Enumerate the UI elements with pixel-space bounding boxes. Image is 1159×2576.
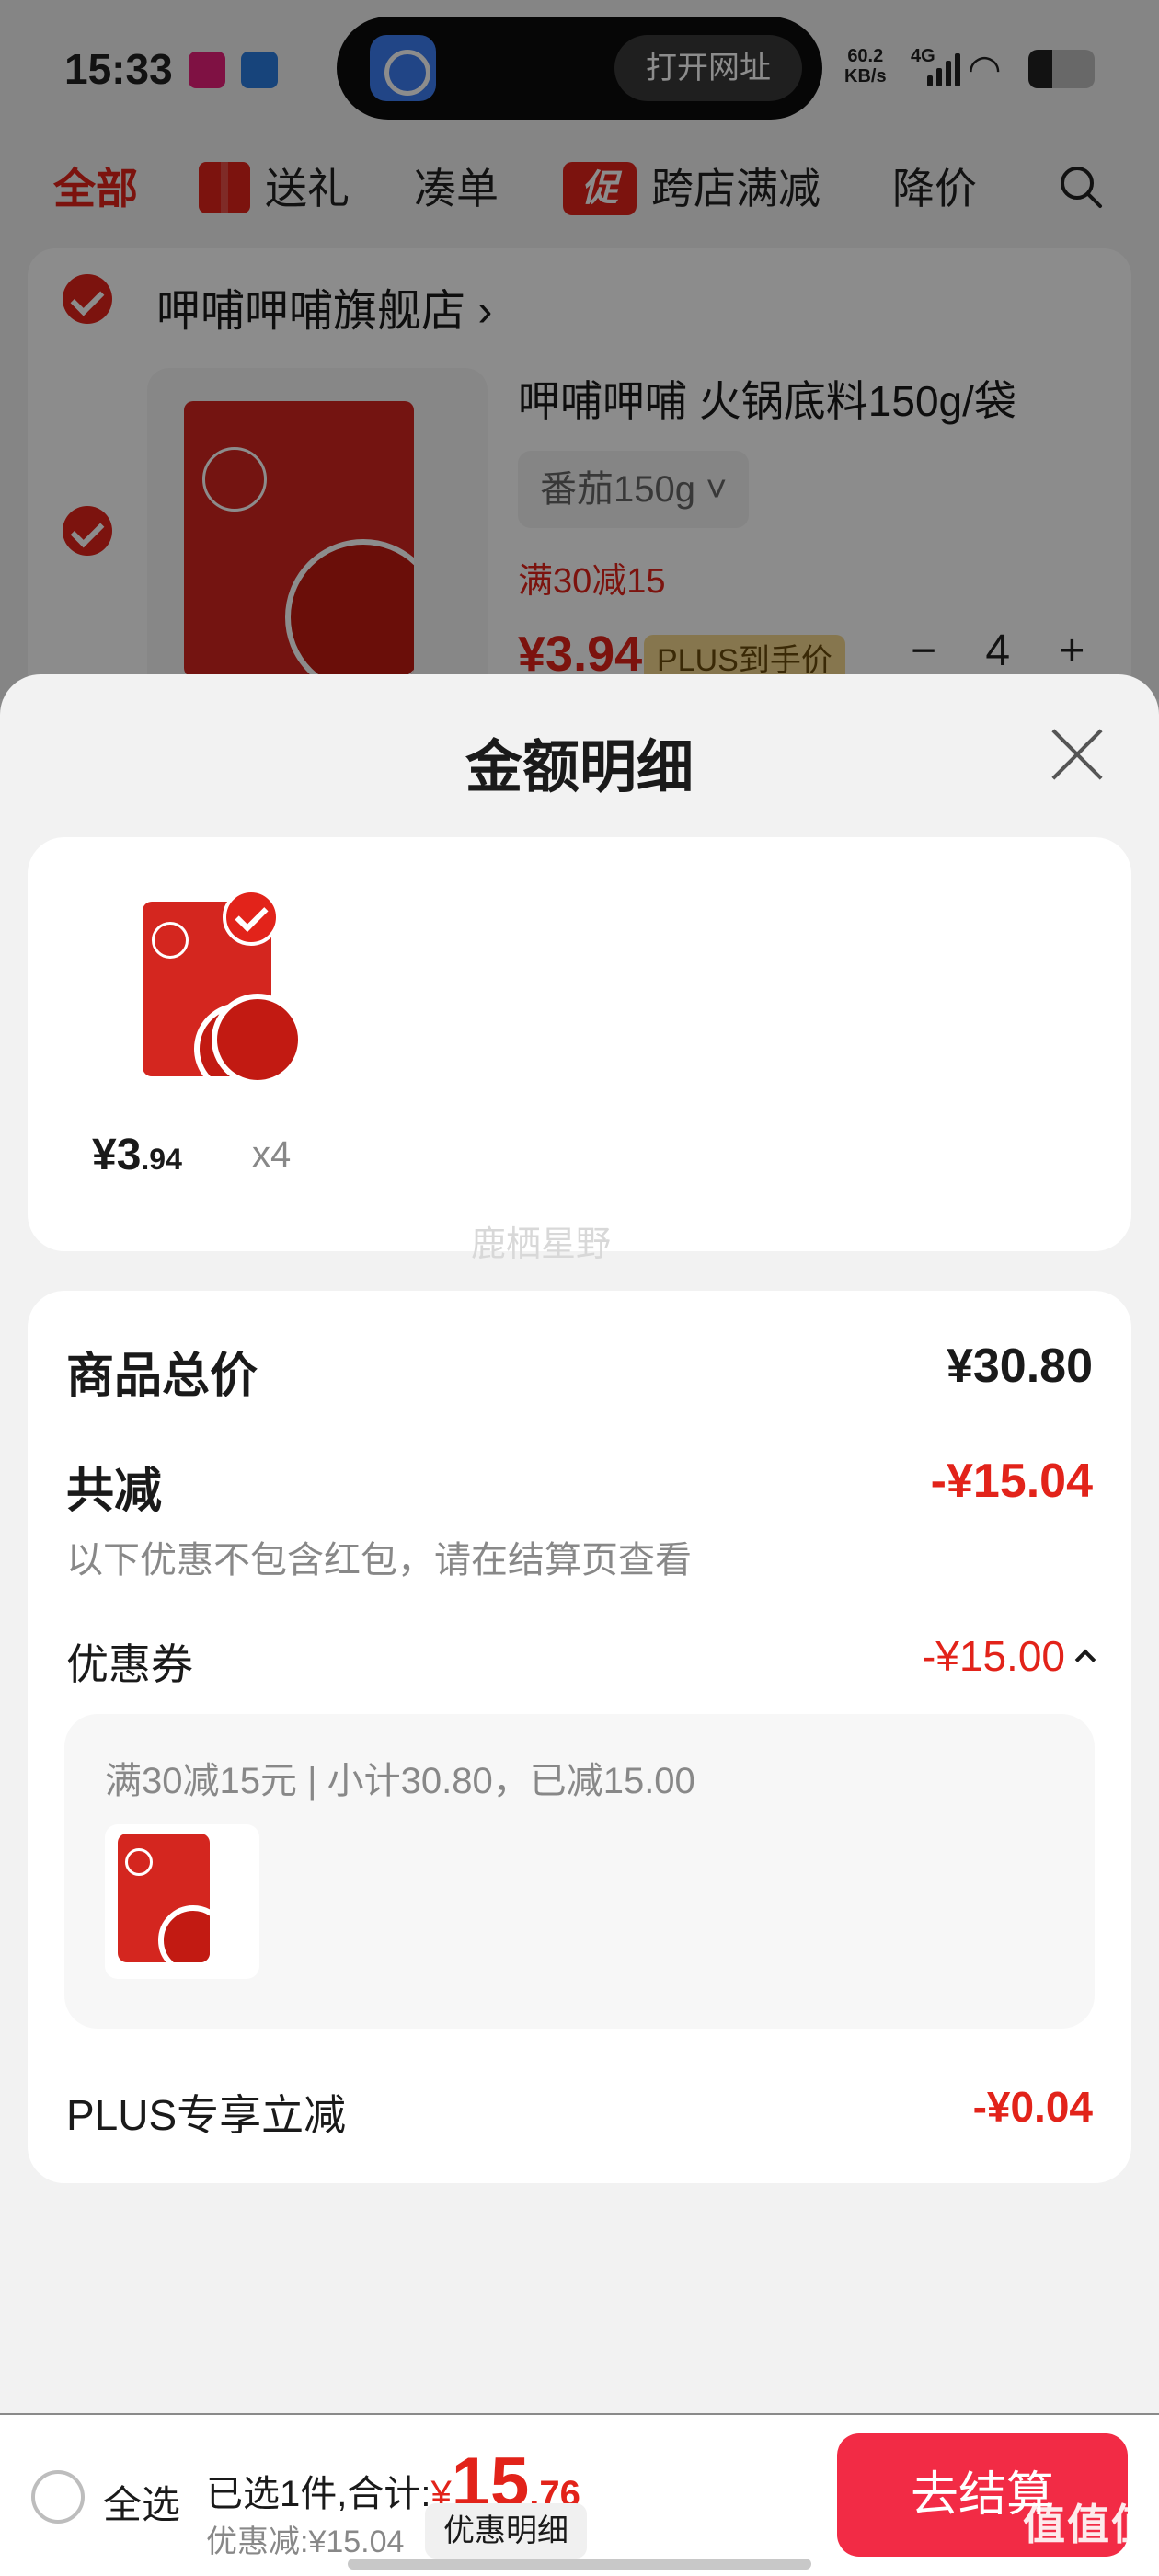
- amount-detail-sheet: 金额明细 ¥3.94 x4 鹿栖星野 商品总价 ¥30.80 共减 -¥15.0…: [0, 674, 1159, 2413]
- discount-note: 以下优惠不包含红包，请在结算页查看: [66, 1540, 692, 1581]
- coupon-value: -¥15.00: [921, 1632, 1065, 1680]
- coupon-toggle[interactable]: -¥15.00: [921, 1631, 1096, 1681]
- modal-overlay[interactable]: [0, 0, 1159, 699]
- watermark-text: 鹿栖星野: [471, 1225, 612, 1264]
- home-indicator[interactable]: [348, 2559, 811, 2570]
- item-price: ¥3.94: [92, 1130, 182, 1180]
- discount-summary: 优惠减:¥15.04: [206, 2524, 405, 2559]
- price-breakdown-card: 商品总价 ¥30.80 共减 -¥15.04 以下优惠不包含红包，请在结算页查看…: [28, 1291, 1131, 2183]
- item-quantity: x4: [252, 1134, 292, 1175]
- reduce-value: -¥15.04: [930, 1455, 1093, 1508]
- coupon-item-thumbnail[interactable]: [105, 1824, 259, 1979]
- reduce-label: 共减: [66, 1465, 163, 1518]
- coupon-detail-box: 满30减15元 | 小计30.80，已减15.00: [64, 1714, 1095, 2029]
- soup-bowl-image: [212, 994, 304, 1086]
- total-price-label: 商品总价: [66, 1350, 258, 1403]
- coupon-detail-text: 满30减15元 | 小计30.80，已减15.00: [105, 1761, 695, 1801]
- plus-discount-label: PLUS专享立减: [66, 2091, 347, 2139]
- product-package-image: [118, 1834, 210, 1962]
- item-selected-check-icon: [223, 889, 280, 946]
- site-watermark: 值值值: [1023, 2501, 1155, 2548]
- coupon-label: 优惠券: [66, 1640, 193, 1688]
- close-icon[interactable]: [1050, 728, 1104, 781]
- checkout-bar: 全选 已选1件,合计:¥15.76 优惠减:¥15.04 优惠明细 去结算: [0, 2415, 1159, 2576]
- selected-items-card: ¥3.94 x4: [28, 837, 1131, 1251]
- item-price-dec: .94: [141, 1143, 182, 1176]
- chevron-up-icon: [1074, 1649, 1096, 1671]
- summary-prefix: 已选1件,合计:: [206, 2474, 431, 2514]
- item-thumbnail[interactable]: [101, 874, 340, 1113]
- select-all-label[interactable]: 全选: [103, 2474, 180, 2530]
- sheet-title: 金额明细: [465, 736, 694, 799]
- discount-detail-button[interactable]: 优惠明细: [425, 2503, 587, 2559]
- total-price-value: ¥30.80: [946, 1340, 1093, 1393]
- plus-discount-value: -¥0.04: [972, 2083, 1093, 2131]
- item-price-int: ¥3: [92, 1131, 142, 1179]
- select-all-radio[interactable]: [31, 2470, 85, 2524]
